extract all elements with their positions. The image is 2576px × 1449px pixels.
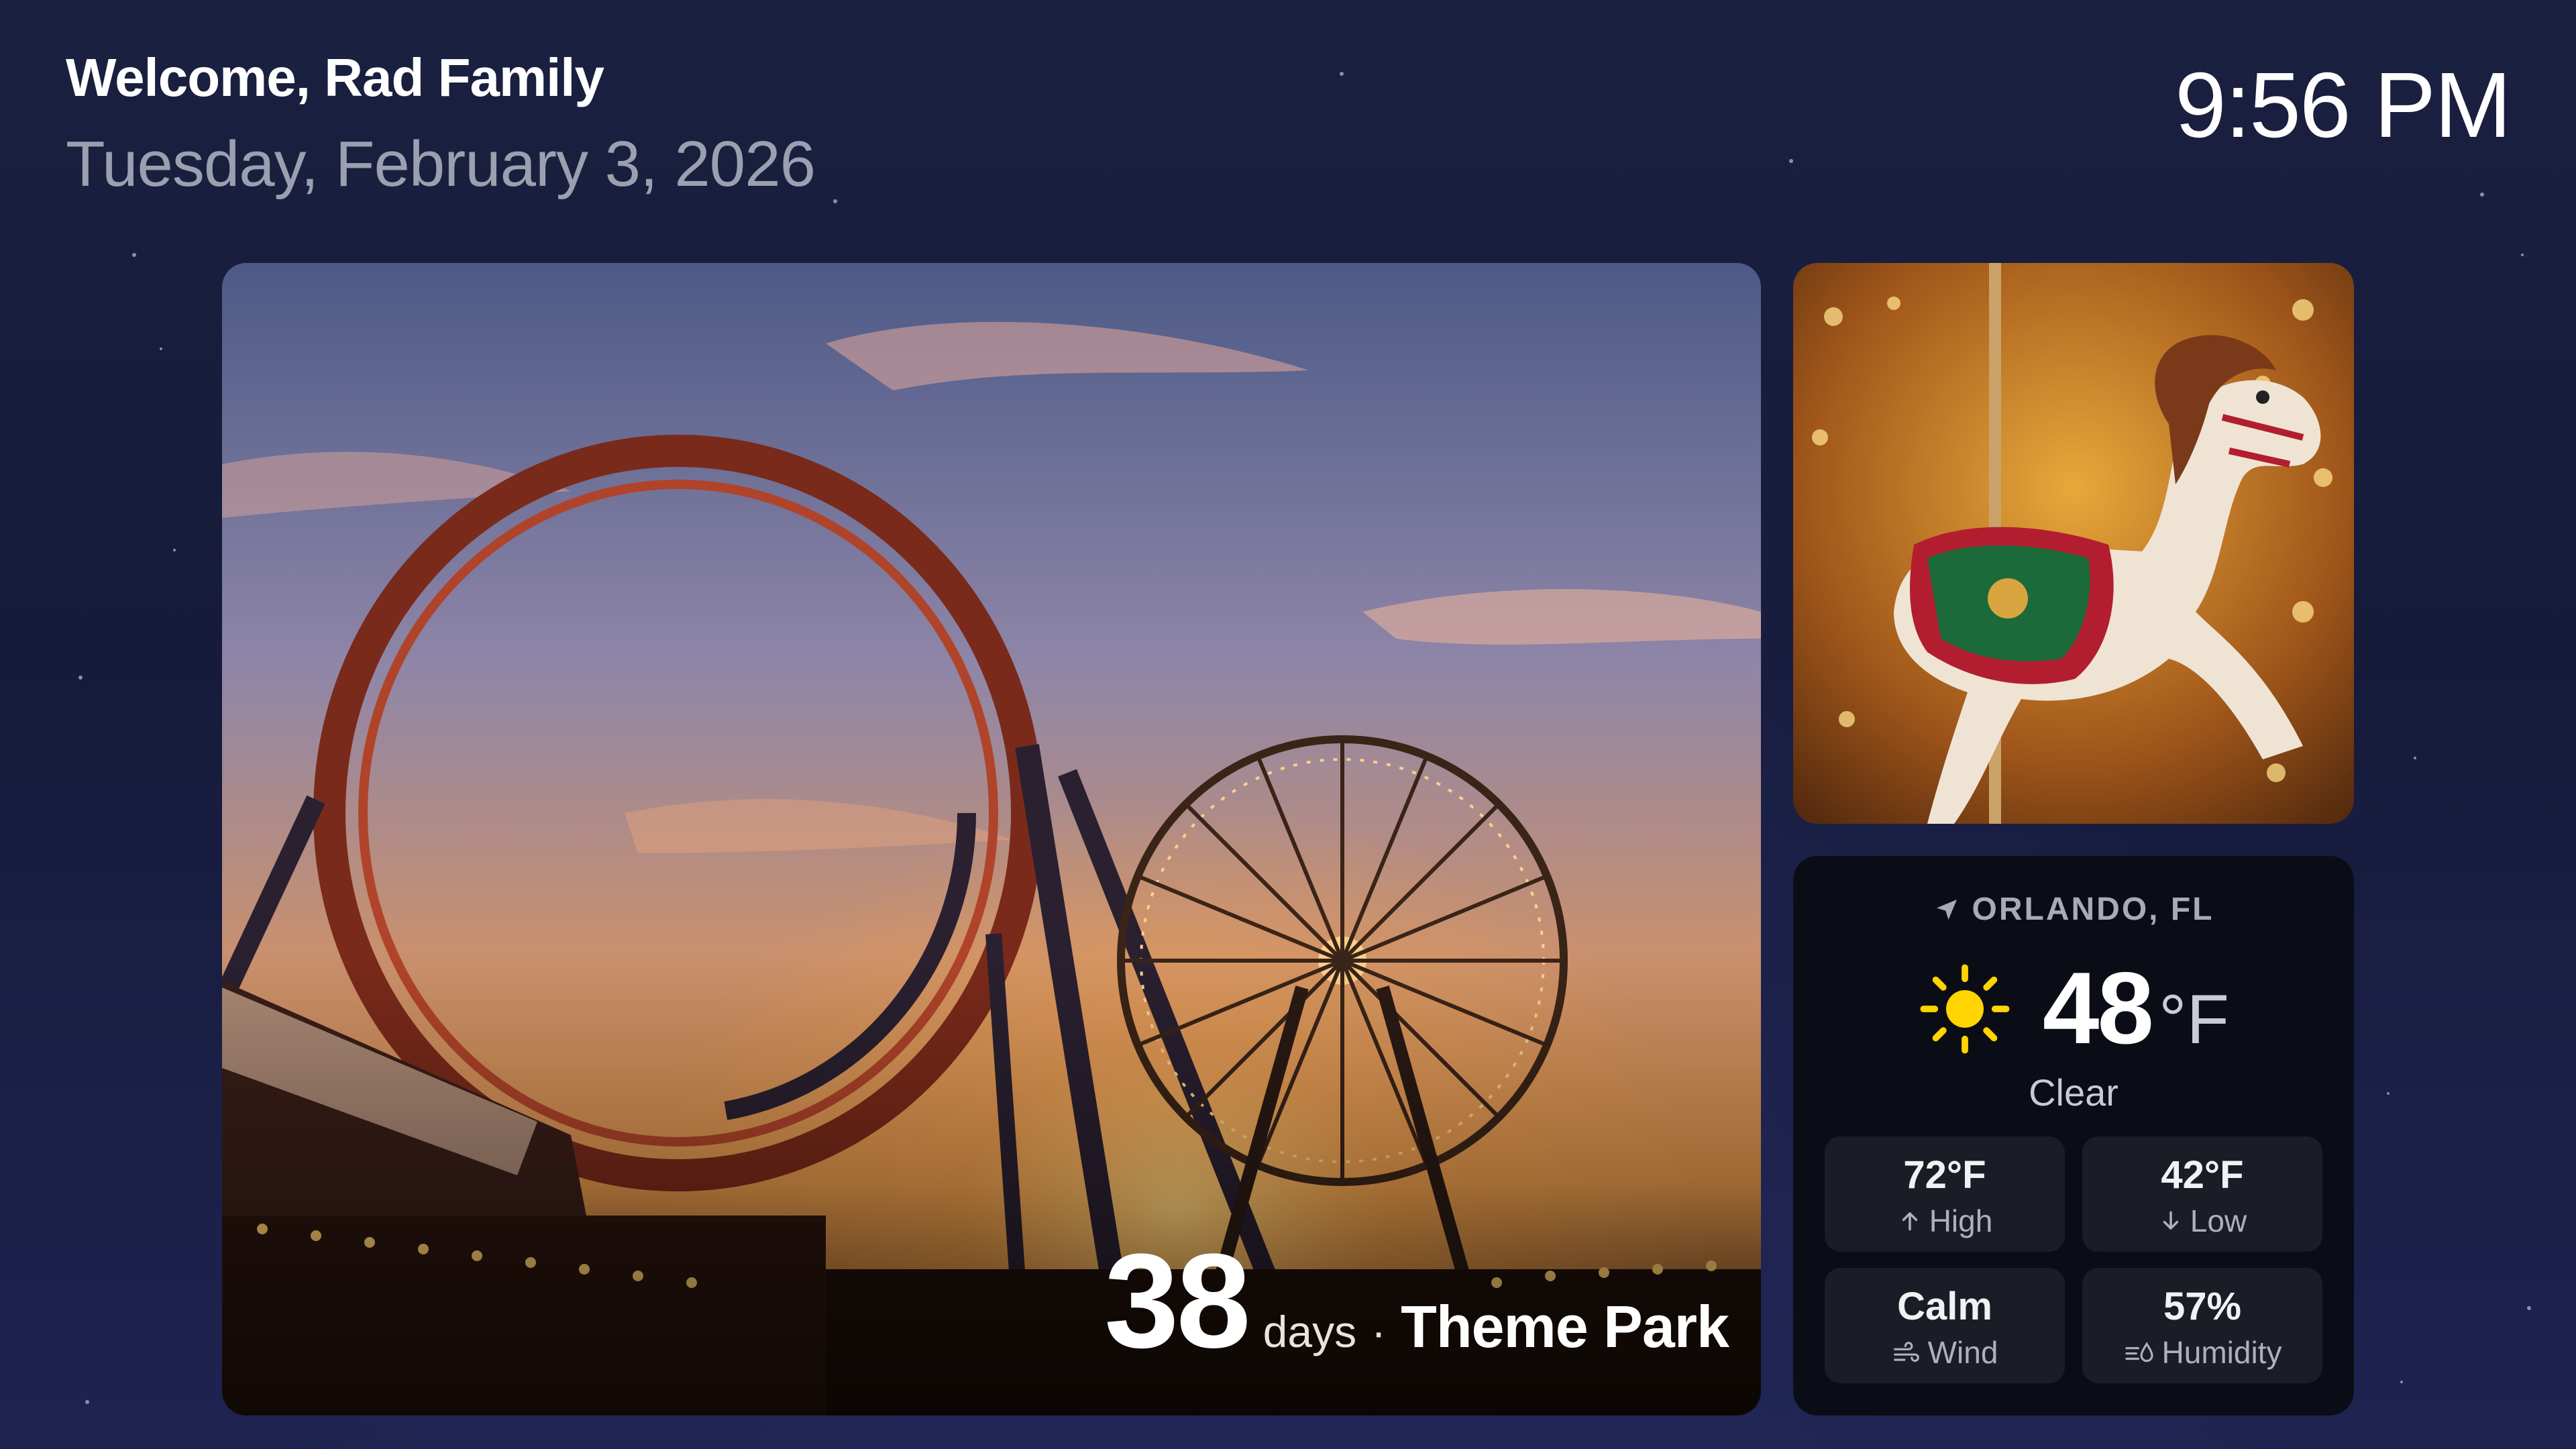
weather-current: 48 °F (1793, 950, 2354, 1067)
location-arrow-icon (1936, 899, 1957, 920)
weather-widget[interactable]: ORLANDO, FL 48 °F Clear 72°F High 42°F L… (1793, 856, 2354, 1415)
countdown-overlay: 38 days · Theme Park (1104, 1234, 1729, 1368)
wind-icon (1893, 1342, 1919, 1362)
weather-location: ORLANDO, FL (1793, 891, 2354, 928)
weather-location-text: ORLANDO, FL (1972, 892, 2214, 927)
humidity-value: 57% (2163, 1285, 2242, 1328)
temperature-value: 48 (2042, 951, 2154, 1065)
welcome-message: Welcome, Rad Family (66, 48, 604, 107)
low-temp-value: 42°F (2161, 1153, 2244, 1197)
high-temp-label: High (1929, 1203, 1993, 1238)
wind-tile: Calm Wind (1825, 1268, 2065, 1383)
temperature-unit: °F (2158, 981, 2230, 1059)
secondary-photo-card[interactable] (1793, 263, 2354, 824)
main-photo-card[interactable]: 38 days · Theme Park (222, 263, 1761, 1415)
humidity-label: Humidity (2161, 1335, 2282, 1370)
low-temp-label: Low (2190, 1203, 2247, 1238)
countdown-separator: · (1371, 1307, 1387, 1356)
arrow-up-icon (1902, 1212, 1917, 1231)
wind-label: Wind (1927, 1335, 1998, 1370)
countdown-event-title: Theme Park (1401, 1293, 1729, 1360)
clock: 9:56 PM (2175, 54, 2512, 157)
humidity-tile: 57% Humidity (2082, 1268, 2322, 1383)
current-temperature: 48 °F (2043, 950, 2229, 1067)
humidity-icon (2125, 1342, 2153, 1362)
sun-icon (1920, 964, 2010, 1053)
current-date: Tuesday, February 3, 2026 (66, 128, 816, 200)
wind-value: Calm (1897, 1285, 1992, 1328)
low-temp-tile: 42°F Low (2082, 1136, 2322, 1252)
high-temp-value: 72°F (1903, 1153, 1986, 1197)
countdown-days-number: 38 (1104, 1226, 1250, 1376)
countdown-unit: days (1263, 1307, 1357, 1356)
weather-condition: Clear (2029, 1071, 2118, 1114)
arrow-down-icon (2163, 1211, 2179, 1230)
carousel-horse-photo (1793, 263, 2354, 824)
high-temp-tile: 72°F High (1825, 1136, 2065, 1252)
